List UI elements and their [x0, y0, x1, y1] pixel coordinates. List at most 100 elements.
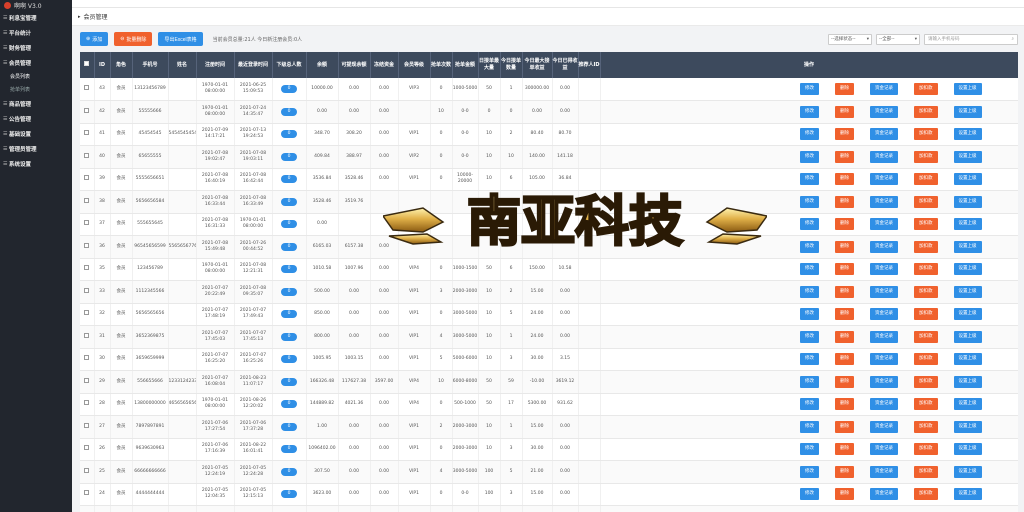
subordinate-count-badge[interactable]: 0: [280, 467, 298, 476]
set-superior-button[interactable]: 设置上级: [953, 150, 982, 163]
sidebar-item[interactable]: ☰ 系统设置: [0, 156, 72, 171]
edit-button[interactable]: 修改: [800, 218, 819, 231]
subordinate-count-badge[interactable]: 0: [280, 152, 298, 161]
delete-button[interactable]: 删除: [835, 218, 854, 231]
row-checkbox[interactable]: [84, 152, 90, 158]
fund-record-button[interactable]: 资金记录: [870, 398, 898, 411]
edit-button[interactable]: 修改: [800, 488, 819, 501]
row-checkbox[interactable]: [84, 85, 90, 90]
add-button[interactable]: ⊕ 添加: [80, 32, 109, 46]
fund-record-button[interactable]: 资金记录: [870, 150, 898, 163]
delete-button[interactable]: 删除: [835, 420, 854, 433]
subordinate-count-badge[interactable]: 0: [280, 445, 298, 454]
set-superior-button[interactable]: 设置上级: [953, 83, 982, 95]
set-superior-button[interactable]: 设置上级: [953, 105, 982, 118]
select-all-checkbox[interactable]: [84, 61, 90, 66]
subordinate-count-badge[interactable]: 0: [280, 85, 298, 93]
all-select[interactable]: --全部-- ▾: [876, 33, 920, 45]
sidebar-subitem[interactable]: 会员列表: [0, 70, 72, 83]
row-checkbox[interactable]: [84, 467, 90, 473]
adjust-balance-button[interactable]: 加扣款: [914, 420, 938, 433]
delete-button[interactable]: 删除: [835, 105, 854, 118]
row-checkbox[interactable]: [84, 422, 90, 428]
set-superior-button[interactable]: 设置上级: [953, 308, 982, 321]
row-checkbox[interactable]: [84, 445, 90, 451]
fund-record-button[interactable]: 资金记录: [870, 240, 898, 253]
delete-button[interactable]: 删除: [835, 195, 854, 208]
delete-button[interactable]: 删除: [835, 330, 854, 343]
sidebar-item[interactable]: ☰ 管理员管理: [0, 141, 72, 156]
edit-button[interactable]: 修改: [800, 330, 819, 343]
subordinate-count-badge[interactable]: 0: [280, 242, 298, 251]
delete-button[interactable]: 删除: [835, 128, 854, 141]
subordinate-count-badge[interactable]: 0: [280, 422, 298, 431]
delete-button[interactable]: 删除: [835, 240, 854, 253]
row-checkbox[interactable]: [84, 287, 90, 293]
edit-button[interactable]: 修改: [800, 105, 819, 118]
edit-button[interactable]: 修改: [800, 353, 819, 366]
set-superior-button[interactable]: 设置上级: [953, 128, 982, 141]
row-checkbox[interactable]: [84, 310, 90, 316]
adjust-balance-button[interactable]: 加扣款: [914, 465, 938, 478]
fund-record-button[interactable]: 资金记录: [870, 443, 898, 456]
sidebar-item[interactable]: ☰ 平台统计: [0, 25, 72, 40]
delete-button[interactable]: 删除: [835, 375, 854, 388]
adjust-balance-button[interactable]: 加扣款: [914, 285, 938, 298]
fund-record-button[interactable]: 资金记录: [870, 488, 898, 501]
adjust-balance-button[interactable]: 加扣款: [914, 375, 938, 388]
subordinate-count-badge[interactable]: 0: [280, 175, 298, 184]
row-checkbox[interactable]: [84, 107, 90, 113]
set-superior-button[interactable]: 设置上级: [953, 465, 982, 478]
edit-button[interactable]: 修改: [800, 465, 819, 478]
subordinate-count-badge[interactable]: 0: [280, 287, 298, 296]
set-superior-button[interactable]: 设置上级: [953, 443, 982, 456]
sidebar-item[interactable]: ☰ 会员管理: [0, 55, 72, 70]
set-superior-button[interactable]: 设置上级: [953, 353, 982, 366]
subordinate-count-badge[interactable]: 0: [280, 490, 298, 499]
set-superior-button[interactable]: 设置上级: [953, 173, 982, 186]
delete-button[interactable]: 删除: [835, 465, 854, 478]
edit-button[interactable]: 修改: [800, 83, 819, 95]
edit-button[interactable]: 修改: [800, 173, 819, 186]
row-checkbox[interactable]: [84, 355, 90, 361]
column-header[interactable]: [80, 52, 95, 78]
sidebar-item[interactable]: ☰ 利息宝管理: [0, 10, 72, 25]
fund-record-button[interactable]: 资金记录: [870, 83, 898, 95]
edit-button[interactable]: 修改: [800, 375, 819, 388]
subordinate-count-badge[interactable]: 0: [280, 197, 298, 206]
sidebar-item[interactable]: ☰ 商品管理: [0, 96, 72, 111]
subordinate-count-badge[interactable]: 0: [280, 130, 298, 139]
delete-button[interactable]: 删除: [835, 263, 854, 276]
adjust-balance-button[interactable]: 加扣款: [914, 195, 938, 208]
subordinate-count-badge[interactable]: 0: [280, 332, 298, 341]
edit-button[interactable]: 修改: [800, 443, 819, 456]
adjust-balance-button[interactable]: 加扣款: [914, 443, 938, 456]
delete-button[interactable]: 删除: [835, 353, 854, 366]
adjust-balance-button[interactable]: 加扣款: [914, 488, 938, 501]
fund-record-button[interactable]: 资金记录: [870, 128, 898, 141]
adjust-balance-button[interactable]: 加扣款: [914, 330, 938, 343]
adjust-balance-button[interactable]: 加扣款: [914, 173, 938, 186]
delete-button[interactable]: 删除: [835, 285, 854, 298]
fund-record-button[interactable]: 资金记录: [870, 285, 898, 298]
fund-record-button[interactable]: 资金记录: [870, 173, 898, 186]
edit-button[interactable]: 修改: [800, 285, 819, 298]
adjust-balance-button[interactable]: 加扣款: [914, 398, 938, 411]
edit-button[interactable]: 修改: [800, 420, 819, 433]
row-checkbox[interactable]: [84, 490, 90, 496]
set-superior-button[interactable]: 设置上级: [953, 240, 982, 253]
edit-button[interactable]: 修改: [800, 150, 819, 163]
fund-record-button[interactable]: 资金记录: [870, 465, 898, 478]
sidebar-subitem[interactable]: 抢单列表: [0, 83, 72, 96]
fund-record-button[interactable]: 资金记录: [870, 105, 898, 118]
adjust-balance-button[interactable]: 加扣款: [914, 105, 938, 118]
edit-button[interactable]: 修改: [800, 128, 819, 141]
set-superior-button[interactable]: 设置上级: [953, 263, 982, 276]
subordinate-count-badge[interactable]: 0: [280, 107, 298, 116]
fund-record-button[interactable]: 资金记录: [870, 353, 898, 366]
sidebar-item[interactable]: ☰ 财务管理: [0, 40, 72, 55]
adjust-balance-button[interactable]: 加扣款: [914, 218, 938, 231]
set-superior-button[interactable]: 设置上级: [953, 420, 982, 433]
edit-button[interactable]: 修改: [800, 263, 819, 276]
delete-button[interactable]: 删除: [835, 308, 854, 321]
